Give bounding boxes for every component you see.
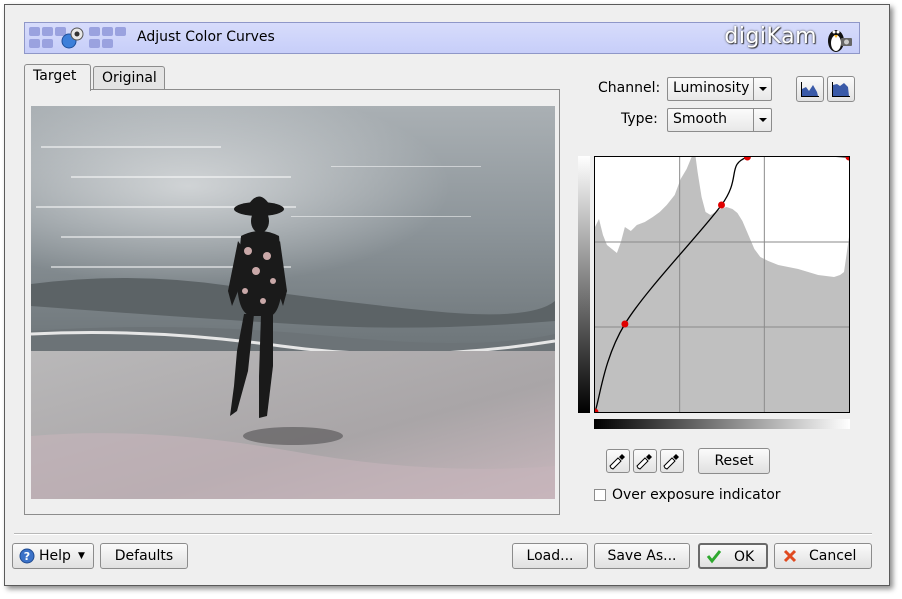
checkmark-icon — [706, 550, 722, 564]
help-button[interactable]: ? Help ▼ — [12, 543, 94, 569]
reset-label: Reset — [714, 453, 754, 469]
channel-label: Channel: — [598, 80, 661, 96]
reset-button[interactable]: Reset — [698, 448, 770, 474]
white-point-picker-button[interactable] — [660, 449, 684, 473]
load-button[interactable]: Load... — [512, 543, 588, 569]
chevron-down-icon — [753, 109, 771, 131]
type-label: Type: — [621, 111, 658, 127]
channel-value: Luminosity — [673, 80, 750, 96]
load-label: Load... — [526, 548, 574, 564]
banner-decoration — [29, 27, 129, 51]
type-value: Smooth — [673, 111, 728, 127]
curves-editor[interactable] — [594, 156, 850, 413]
black-point-picker-icon — [609, 454, 625, 470]
curve-control-point[interactable] — [621, 320, 629, 328]
gray-point-picker-icon — [636, 454, 652, 470]
help-icon: ? — [19, 548, 35, 564]
curve-control-point[interactable] — [845, 157, 849, 161]
type-select[interactable]: Smooth — [667, 108, 772, 132]
curve-control-point[interactable] — [718, 201, 725, 209]
penguin-icon — [828, 30, 852, 52]
tab-target[interactable]: Target — [24, 64, 91, 91]
help-label: Help — [39, 548, 71, 564]
gray-point-picker-button[interactable] — [633, 449, 657, 473]
channel-select[interactable]: Luminosity — [667, 77, 772, 101]
overexposure-checkbox[interactable] — [594, 489, 606, 501]
close-icon — [783, 549, 797, 563]
curve-control-point[interactable] — [743, 157, 751, 161]
linear-histogram-icon — [801, 82, 819, 97]
ok-label: OK — [734, 549, 755, 565]
header-banner: Adjust Color Curves digiKam — [24, 22, 860, 54]
defaults-button[interactable]: Defaults — [100, 543, 188, 569]
preview-image[interactable] — [31, 106, 555, 499]
dialog-title: Adjust Color Curves — [137, 29, 275, 45]
curves-graph[interactable] — [595, 157, 849, 412]
svg-text:?: ? — [24, 550, 30, 563]
ok-button[interactable]: OK — [698, 543, 768, 569]
output-gradient-bar — [578, 156, 590, 413]
caret-down-icon: ▼ — [78, 551, 85, 561]
tab-original-label: Original — [102, 70, 157, 86]
black-point-picker-button[interactable] — [606, 449, 630, 473]
save-as-label: Save As... — [607, 548, 677, 564]
footer-separator — [14, 533, 872, 535]
log-histogram-icon — [832, 82, 850, 97]
digikam-logo: digiKam — [724, 24, 817, 49]
cancel-button[interactable]: Cancel — [774, 543, 872, 569]
linear-histogram-button[interactable] — [796, 76, 824, 102]
preview-panel — [24, 89, 560, 515]
save-as-button[interactable]: Save As... — [594, 543, 690, 569]
cancel-label: Cancel — [809, 548, 857, 564]
white-point-picker-icon — [663, 454, 679, 470]
tab-original[interactable]: Original — [93, 66, 165, 90]
luminosity-histogram — [595, 157, 849, 412]
input-gradient-bar — [594, 419, 850, 429]
overexposure-label: Over exposure indicator — [612, 487, 781, 503]
log-histogram-button[interactable] — [827, 76, 855, 102]
defaults-label: Defaults — [114, 548, 174, 564]
tab-target-label: Target — [33, 68, 77, 84]
chevron-down-icon — [753, 78, 771, 100]
plugin-icon — [61, 27, 84, 49]
